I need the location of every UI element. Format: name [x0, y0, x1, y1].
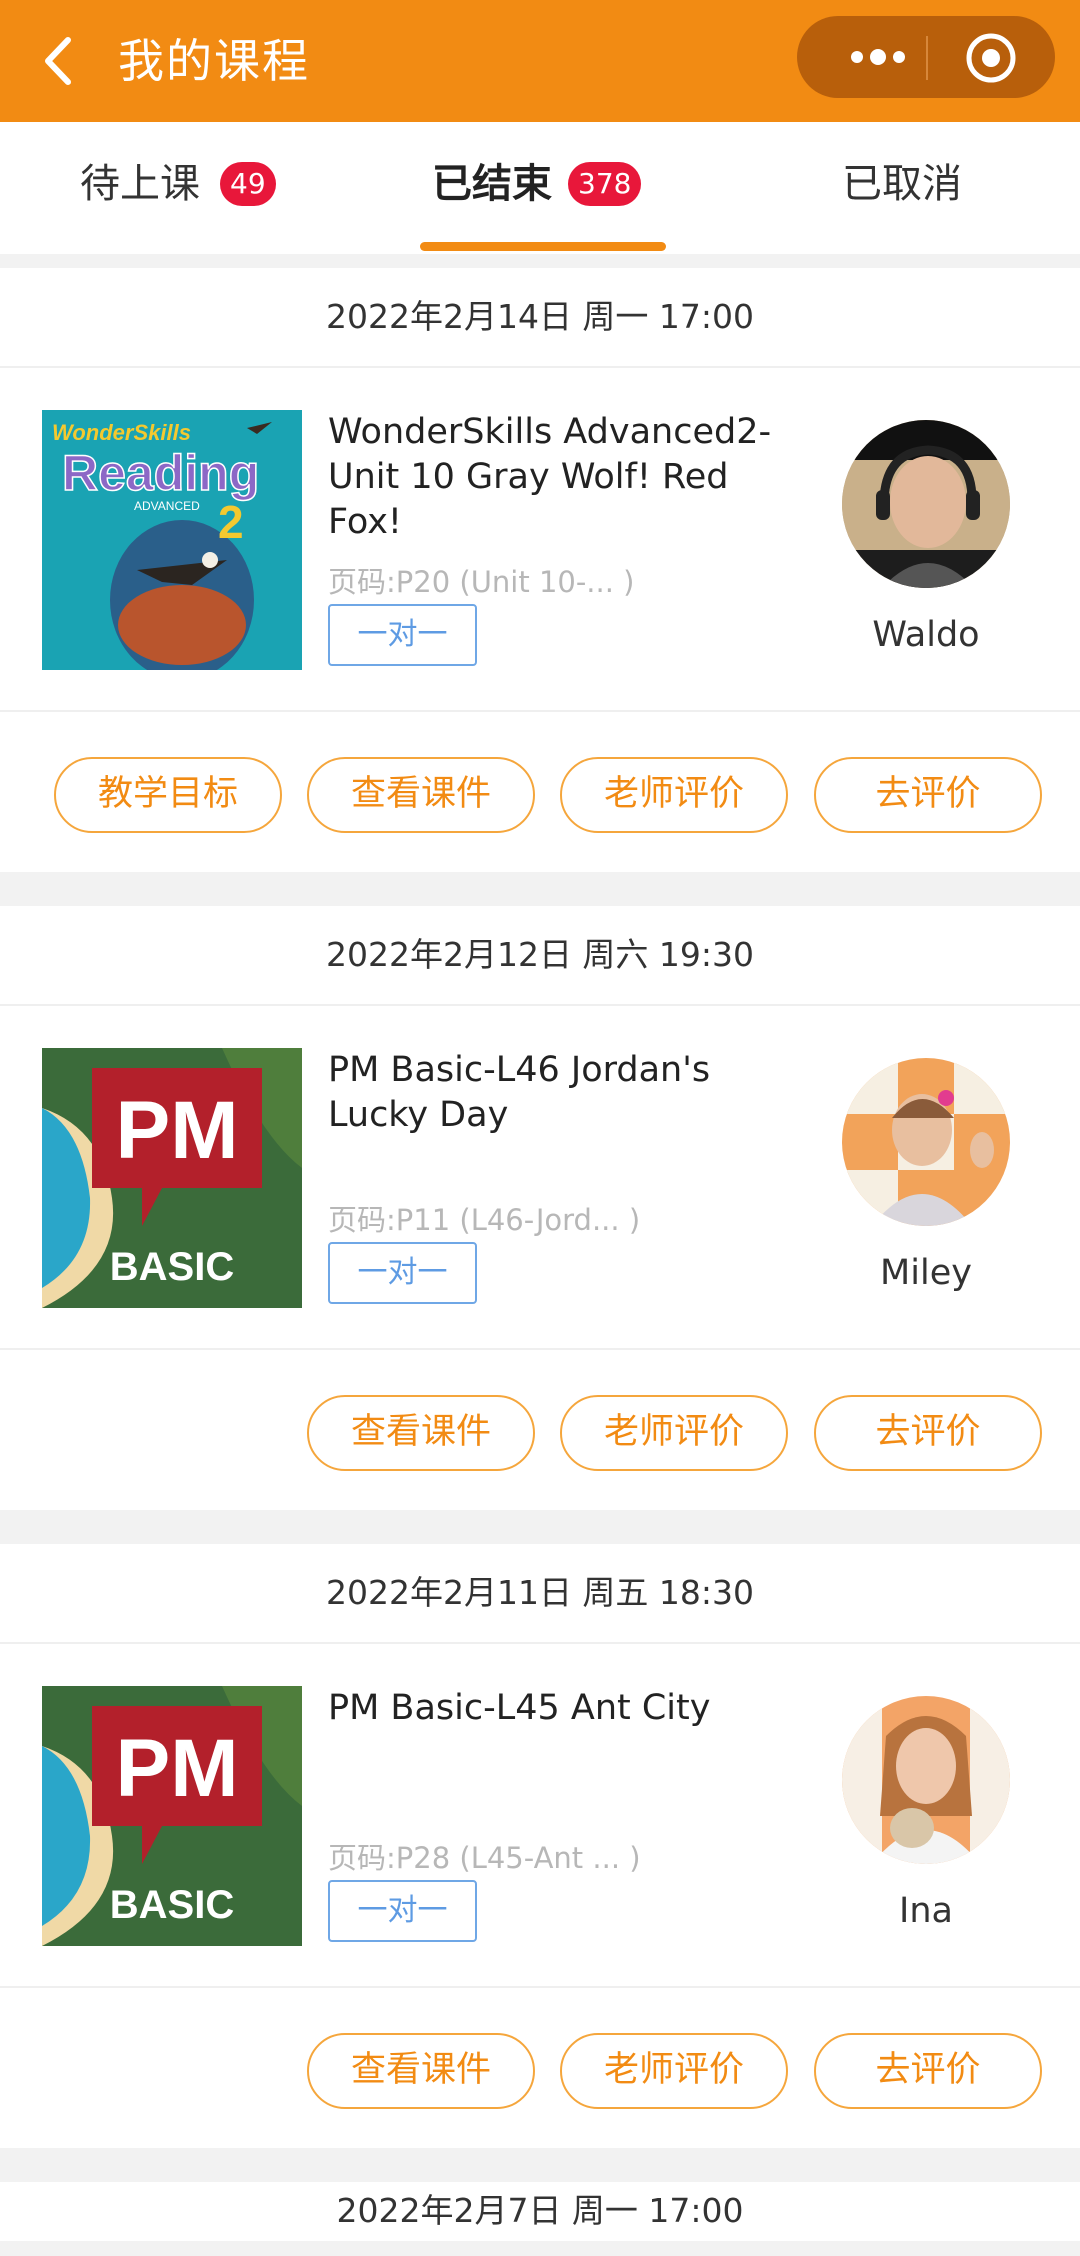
cover-level: ADVANCED — [134, 499, 200, 513]
cover-brand: PM — [116, 1723, 239, 1814]
capsule-divider — [926, 36, 928, 80]
page-code: 页码:P11 (L46-Jord... ) — [328, 1203, 641, 1237]
lesson-card: 2022年2月14日 周一 17:00 WonderSkills Reading… — [0, 268, 1080, 872]
teacher-avatar[interactable] — [842, 1058, 1010, 1226]
rate-button[interactable]: 去评价 — [814, 2033, 1042, 2109]
divider — [0, 1004, 1080, 1006]
tab-label: 已取消 — [842, 161, 962, 207]
course-cover[interactable]: PM BASIC — [42, 1048, 302, 1308]
rate-button[interactable]: 去评价 — [814, 757, 1042, 833]
view-courseware-button[interactable]: 查看课件 — [307, 1395, 535, 1471]
cover-title: BASIC — [110, 1245, 234, 1289]
teacher-avatar[interactable] — [842, 1696, 1010, 1864]
cover-title: BASIC — [110, 1883, 234, 1927]
tab-label: 待上课 — [80, 161, 200, 207]
tab-pending[interactable]: 待上课 49 — [80, 122, 300, 254]
lesson-datetime: 2022年2月11日 周五 18:30 — [325, 1573, 755, 1612]
rate-button[interactable]: 去评价 — [814, 1395, 1042, 1471]
teacher-review-button[interactable]: 老师评价 — [560, 1395, 788, 1471]
teacher-name: Waldo — [872, 615, 980, 655]
lesson-type-tag: 一对一 — [328, 1242, 477, 1304]
lesson-datetime: 2022年2月7日 周一 17:00 — [336, 2191, 744, 2230]
count-badge: 49 — [220, 162, 276, 206]
lesson-card: 2022年2月12日 周六 19:30 PM BASIC PM Basic-L4… — [0, 906, 1080, 1510]
course-title[interactable]: PM Basic-L46 Jordan's Lucky Day — [328, 1048, 798, 1138]
course-cover[interactable]: PM BASIC — [42, 1686, 302, 1946]
page-code: 页码:P20 (Unit 10-... ) — [328, 565, 635, 599]
lesson-type-tag: 一对一 — [328, 604, 477, 666]
divider — [0, 1348, 1080, 1350]
lesson-datetime: 2022年2月14日 周一 17:00 — [325, 297, 755, 336]
page-code: 页码:P28 (L45-Ant ... ) — [328, 1841, 641, 1875]
lesson-card: 2022年2月11日 周五 18:30 PM BASIC PM Basic-L4… — [0, 1544, 1080, 2148]
target-circle-icon — [966, 33, 1016, 83]
mini-program-capsule — [797, 16, 1055, 98]
teacher-review-button[interactable]: 老师评价 — [560, 757, 788, 833]
page-title: 我的课程 — [118, 34, 310, 88]
reading-cover-art: WonderSkills Reading ADVANCED 2 — [42, 410, 302, 670]
view-courseware-button[interactable]: 查看课件 — [307, 2033, 535, 2109]
count-badge: 378 — [568, 162, 642, 206]
active-tab-indicator — [420, 242, 666, 251]
teacher-photo — [842, 420, 1010, 588]
divider — [0, 366, 1080, 368]
divider — [0, 710, 1080, 712]
cover-number: 2 — [218, 496, 244, 548]
course-title[interactable]: PM Basic-L45 Ant City — [328, 1686, 798, 1731]
cover-brand: PM — [116, 1085, 239, 1176]
teacher-name: Ina — [899, 1891, 953, 1931]
lesson-type-tag: 一对一 — [328, 1880, 477, 1942]
lesson-card: 2022年2月7日 周一 17:00 — [0, 2182, 1080, 2241]
chevron-left-icon — [45, 37, 71, 85]
course-title[interactable]: WonderSkills Advanced2-Unit 10 Gray Wolf… — [328, 410, 798, 545]
pm-basic-cover-art: PM BASIC — [42, 1048, 302, 1308]
teaching-goal-button[interactable]: 教学目标 — [54, 757, 282, 833]
tab-finished[interactable]: 已结束 378 — [420, 122, 666, 254]
back-button[interactable] — [28, 28, 94, 94]
divider — [0, 1986, 1080, 1988]
course-cover[interactable]: WonderSkills Reading ADVANCED 2 — [42, 410, 302, 670]
teacher-review-button[interactable]: 老师评价 — [560, 2033, 788, 2109]
divider — [0, 1642, 1080, 1644]
teacher-avatar[interactable] — [842, 420, 1010, 588]
tab-label: 已结束 — [432, 161, 552, 207]
lesson-datetime: 2022年2月12日 周六 19:30 — [325, 935, 755, 974]
cover-brand: WonderSkills — [52, 420, 191, 445]
teacher-photo — [842, 1696, 1010, 1864]
tab-cancelled[interactable]: 已取消 — [842, 122, 1002, 254]
pm-basic-cover-art: PM BASIC — [42, 1686, 302, 1946]
more-dots-icon — [851, 49, 905, 65]
teacher-name: Miley — [880, 1253, 972, 1293]
more-button[interactable] — [833, 36, 923, 78]
close-button[interactable] — [962, 29, 1020, 87]
nav-bar: 我的课程 — [0, 0, 1080, 122]
cover-title: Reading — [62, 445, 259, 501]
teacher-photo — [842, 1058, 1010, 1226]
view-courseware-button[interactable]: 查看课件 — [307, 757, 535, 833]
status-tabs: 待上课 49 已结束 378 已取消 — [0, 122, 1080, 254]
